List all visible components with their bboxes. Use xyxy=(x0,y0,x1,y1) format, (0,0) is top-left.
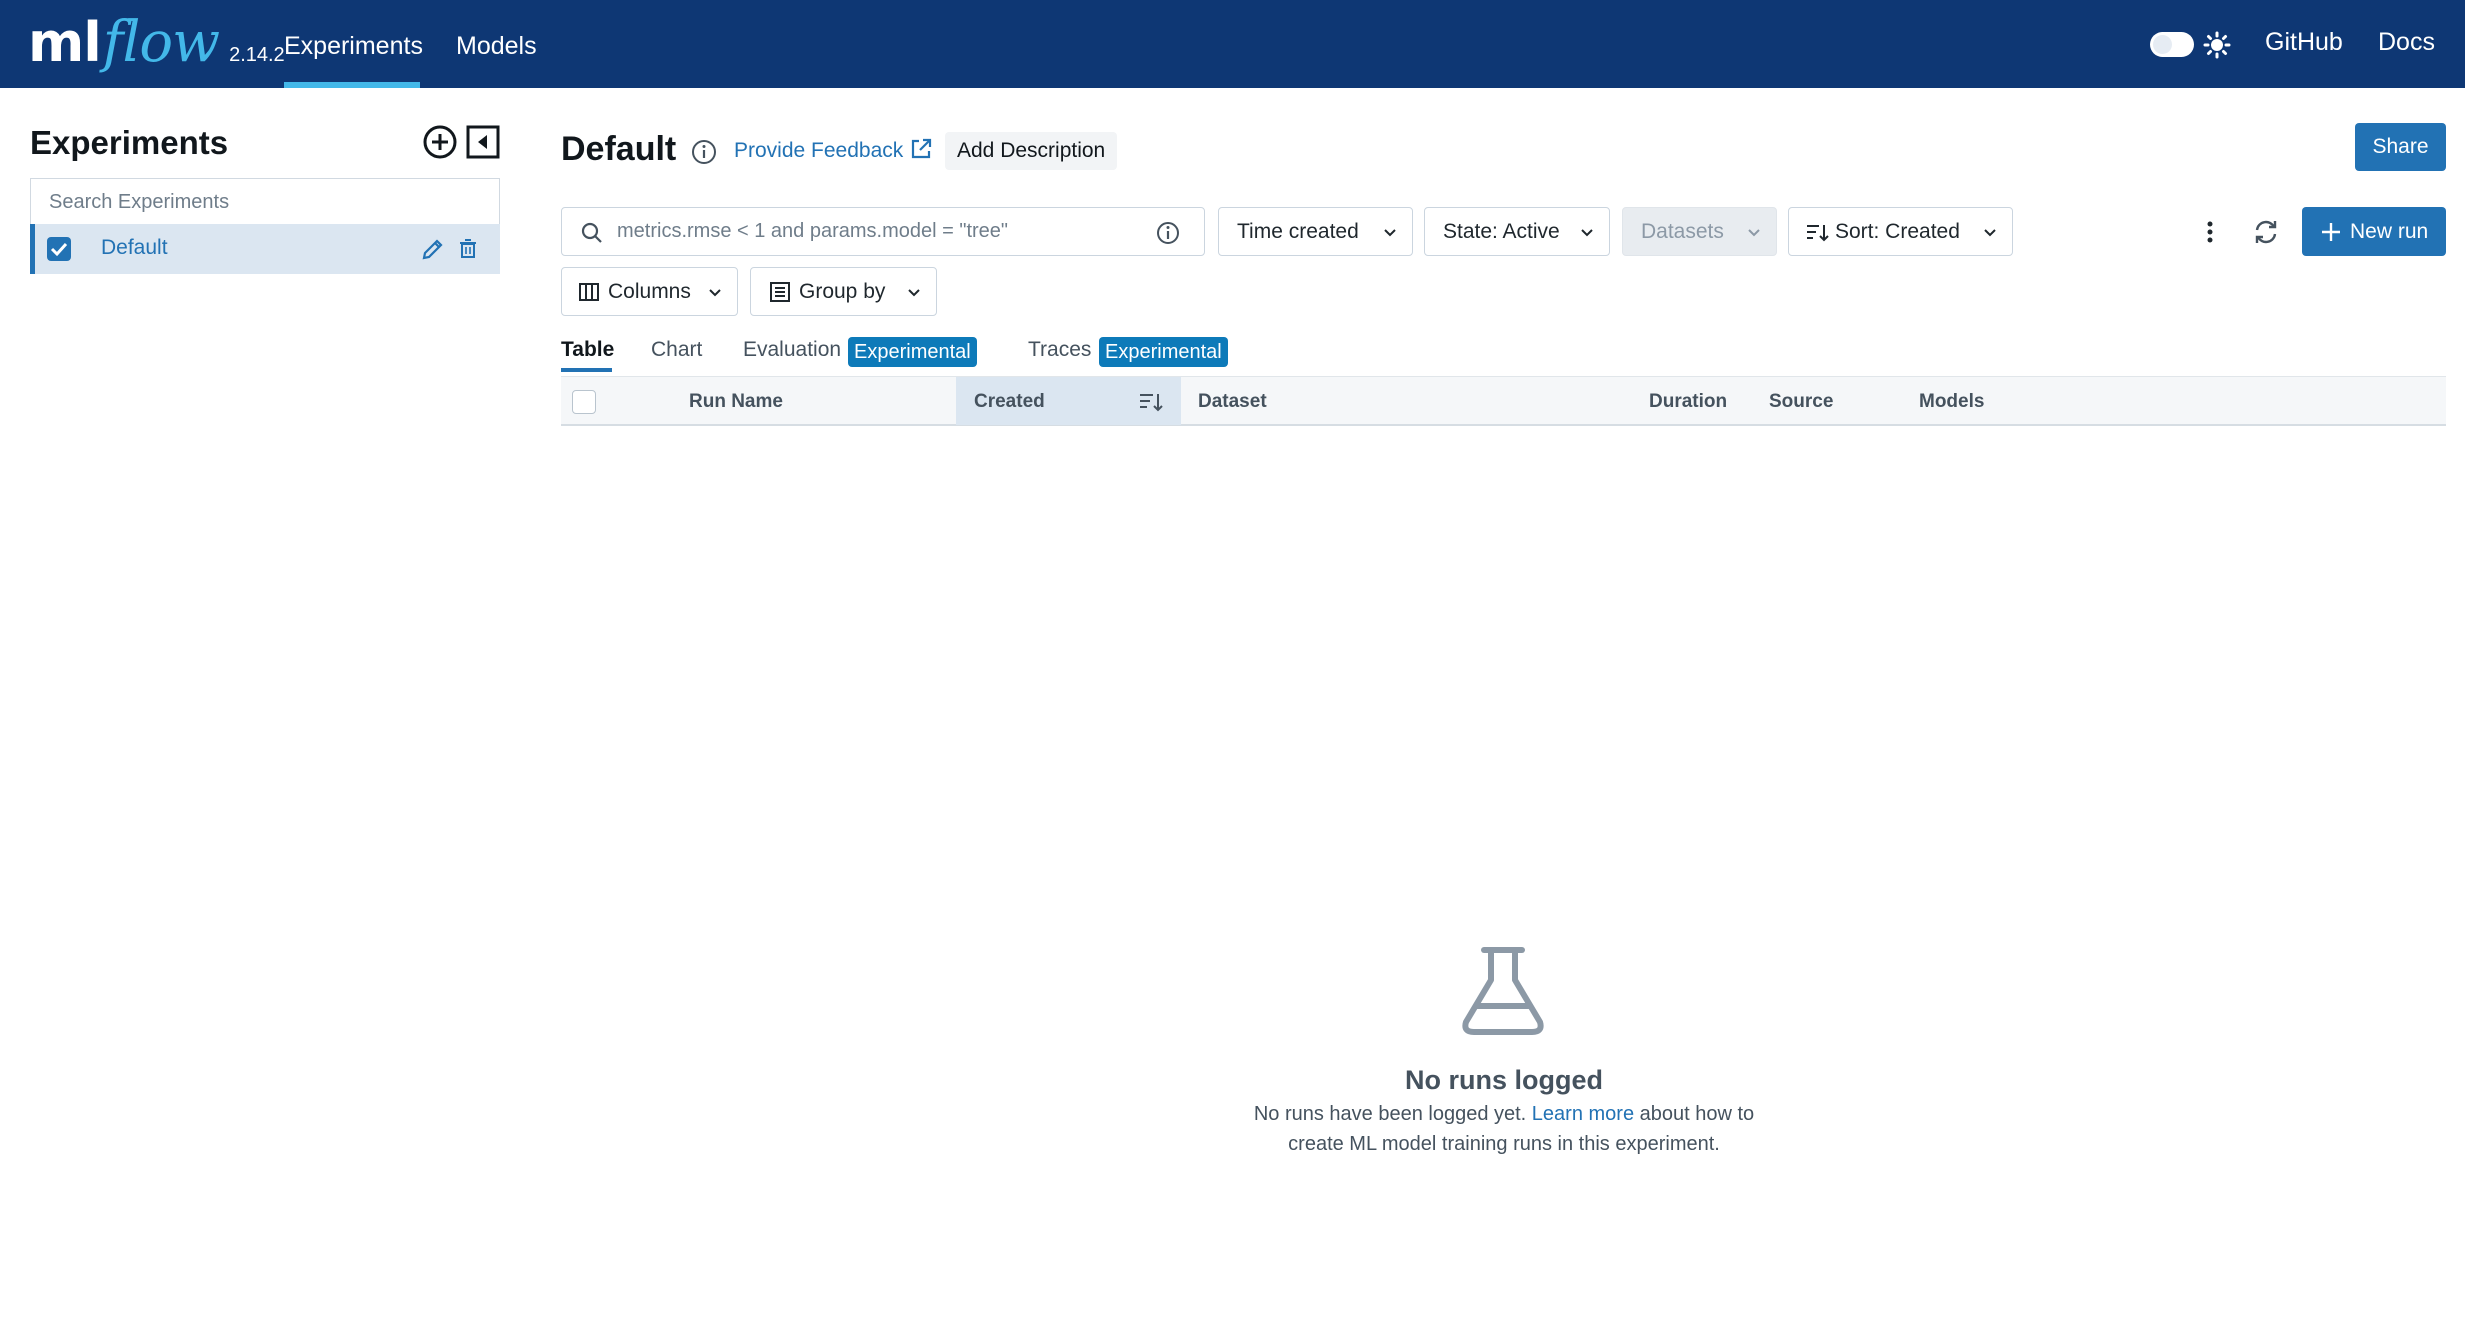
collapse-sidebar-icon[interactable] xyxy=(465,124,501,160)
select-all-checkbox[interactable] xyxy=(572,390,596,414)
nav-models[interactable]: Models xyxy=(456,0,537,88)
tab-chart[interactable]: Chart xyxy=(651,338,702,362)
add-description-button[interactable]: Add Description xyxy=(945,132,1118,170)
nav-experiments[interactable]: Experiments xyxy=(284,0,423,88)
search-placeholder: metrics.rmse < 1 and params.model = "tre… xyxy=(617,220,1009,242)
mlflow-logo[interactable]: ml flow 2.14.2 xyxy=(28,10,285,78)
runs-search-input[interactable]: metrics.rmse < 1 and params.model = "tre… xyxy=(561,207,1205,256)
columns-icon xyxy=(579,282,599,301)
time-created-dropdown[interactable]: Time created xyxy=(1218,207,1413,256)
logo-flow: flow xyxy=(102,10,220,75)
chevron-down-icon xyxy=(709,288,721,296)
column-dataset[interactable]: Dataset xyxy=(1198,391,1267,413)
sort-icon xyxy=(1807,224,1829,241)
time-created-label: Time created xyxy=(1237,219,1359,243)
empty-text-before: No runs have been logged yet. xyxy=(1253,1103,1532,1125)
empty-state-title: No runs logged xyxy=(1405,1065,1603,1095)
column-created[interactable]: Created xyxy=(974,391,1045,413)
search-experiments-input[interactable]: Search Experiments xyxy=(30,178,500,224)
active-tab-indicator xyxy=(561,368,612,372)
top-navbar: ml flow 2.14.2 Experiments Models GitHub… xyxy=(0,0,2465,88)
page-title: Default xyxy=(561,130,677,168)
tab-traces[interactable]: Traces xyxy=(1028,338,1091,362)
sidebar-item-default[interactable]: Default xyxy=(30,224,500,274)
edit-pencil-icon[interactable] xyxy=(420,236,446,262)
sidebar-item-label: Default xyxy=(101,236,168,259)
runs-table-header: Run Name Created Dataset Duration Source… xyxy=(561,376,2446,426)
empty-state-description: No runs have been logged yet. Learn more… xyxy=(1240,1099,1768,1159)
info-icon[interactable] xyxy=(690,138,718,166)
new-run-label: New run xyxy=(2350,219,2429,243)
plus-icon xyxy=(2322,222,2340,241)
github-link[interactable]: GitHub xyxy=(2265,28,2343,57)
tab-table[interactable]: Table xyxy=(561,338,614,362)
column-run-name[interactable]: Run Name xyxy=(689,391,783,413)
state-dropdown[interactable]: State: Active xyxy=(1424,207,1610,256)
search-icon xyxy=(581,222,602,243)
more-options-icon[interactable] xyxy=(2196,218,2224,246)
group-by-icon xyxy=(770,281,790,302)
chevron-down-icon xyxy=(1984,228,1996,236)
external-link-icon[interactable] xyxy=(908,136,934,162)
share-button[interactable]: Share xyxy=(2355,123,2446,171)
sun-icon xyxy=(2203,31,2231,59)
datasets-label: Datasets xyxy=(1641,219,1724,243)
group-by-label: Group by xyxy=(799,279,886,303)
experimental-badge: Experimental xyxy=(1099,337,1228,367)
tab-evaluation[interactable]: Evaluation xyxy=(743,338,841,362)
trash-icon[interactable] xyxy=(455,236,481,262)
chevron-down-icon xyxy=(1581,228,1593,236)
dark-mode-toggle[interactable] xyxy=(2150,32,2194,57)
experimental-badge: Experimental xyxy=(848,337,977,367)
columns-label: Columns xyxy=(608,279,691,303)
refresh-icon[interactable] xyxy=(2250,216,2282,248)
learn-more-link[interactable]: Learn more xyxy=(1532,1103,1634,1125)
group-by-dropdown[interactable]: Group by xyxy=(750,267,937,316)
checkbox-checked-icon[interactable] xyxy=(47,237,71,261)
logo-ml: ml xyxy=(28,11,102,74)
columns-dropdown[interactable]: Columns xyxy=(561,267,738,316)
chevron-down-icon xyxy=(908,288,920,296)
sort-dropdown[interactable]: Sort: Created xyxy=(1788,207,2013,256)
sidebar-title: Experiments xyxy=(30,124,229,161)
chevron-down-icon xyxy=(1748,228,1760,236)
beaker-icon xyxy=(1462,947,1544,1035)
new-run-button[interactable]: New run xyxy=(2302,207,2446,256)
column-source[interactable]: Source xyxy=(1769,391,1833,413)
search-info-icon[interactable] xyxy=(1155,220,1181,246)
add-experiment-icon[interactable] xyxy=(422,124,458,160)
state-label: State: Active xyxy=(1443,219,1560,243)
datasets-dropdown: Datasets xyxy=(1622,207,1777,256)
version-label: 2.14.2 xyxy=(229,44,285,66)
provide-feedback-link[interactable]: Provide Feedback xyxy=(734,139,903,163)
chevron-down-icon xyxy=(1384,228,1396,236)
column-duration[interactable]: Duration xyxy=(1649,391,1727,413)
docs-link[interactable]: Docs xyxy=(2378,28,2435,57)
sort-descending-icon[interactable] xyxy=(1138,390,1164,414)
sort-label: Sort: Created xyxy=(1835,219,1960,243)
column-models[interactable]: Models xyxy=(1919,391,1984,413)
